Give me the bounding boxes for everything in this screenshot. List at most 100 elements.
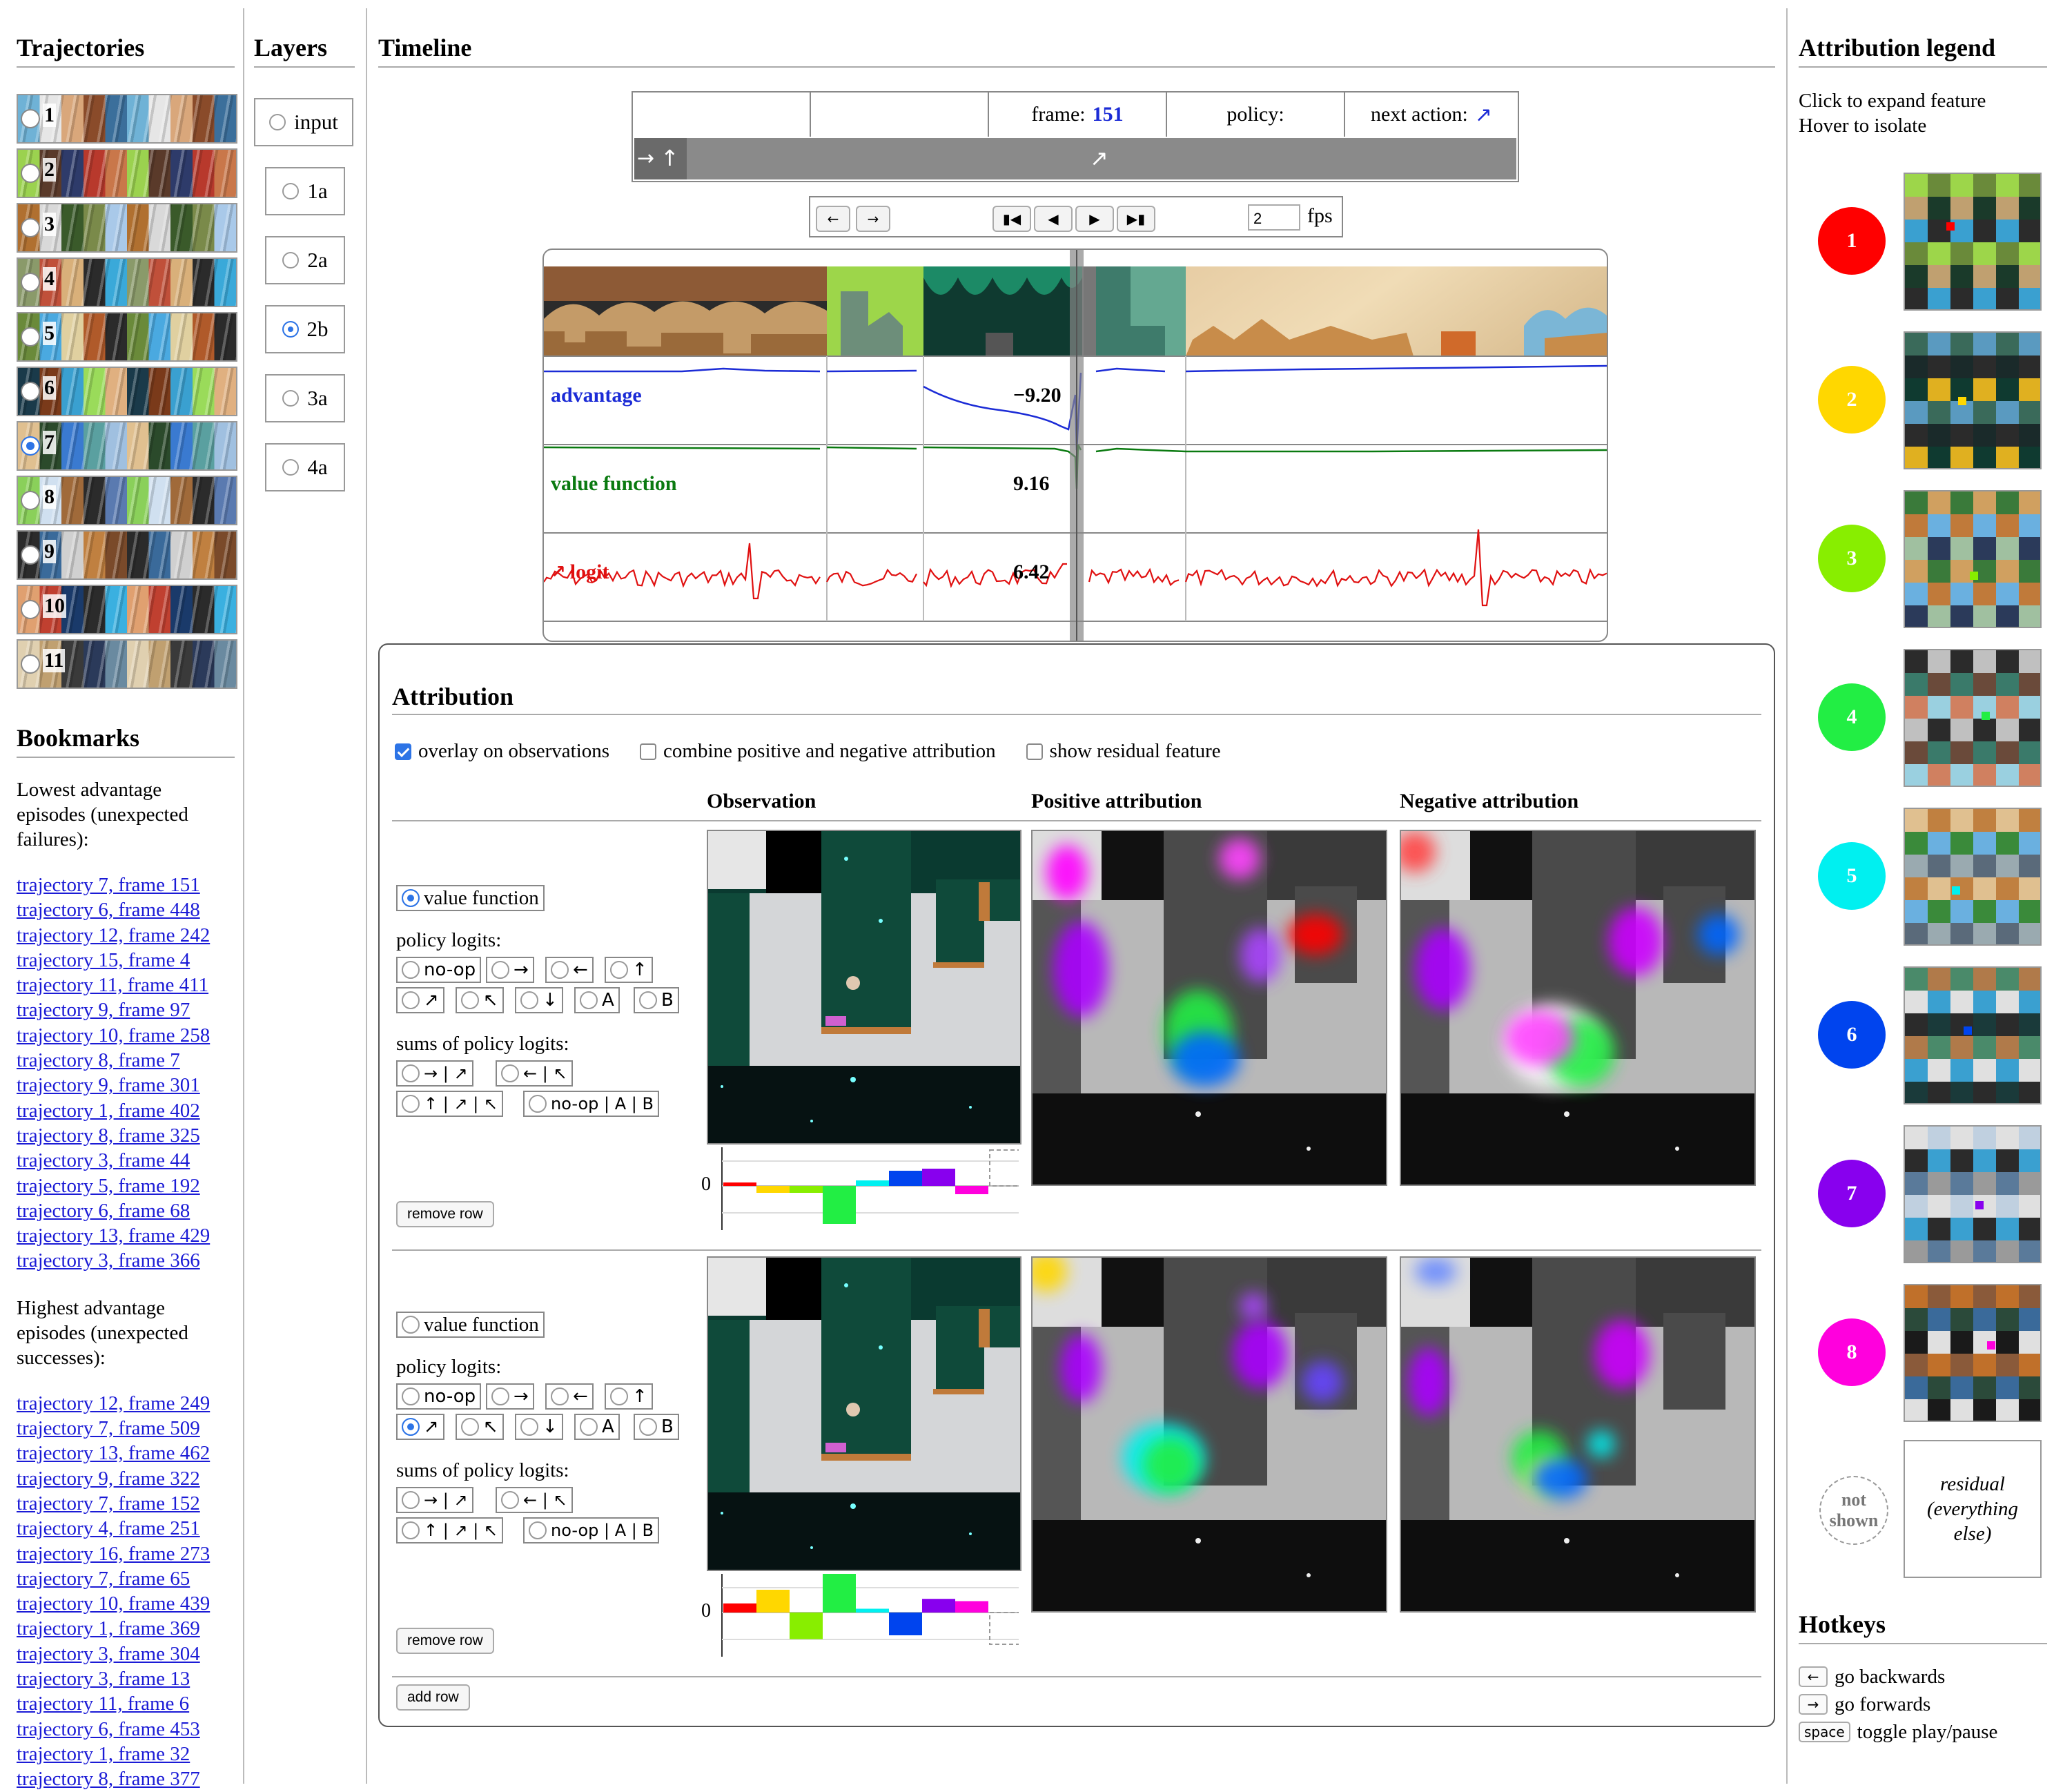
logit-radio[interactable] bbox=[461, 991, 479, 1009]
trajectory-item-8[interactable]: 8 bbox=[17, 476, 237, 525]
logit-radio[interactable] bbox=[402, 1387, 420, 1405]
feature-bar-1[interactable] bbox=[723, 1182, 756, 1186]
sum-option[interactable]: → | ↗ bbox=[396, 1060, 473, 1087]
logit-radio[interactable] bbox=[610, 1387, 628, 1405]
bookmark-link[interactable]: trajectory 13, frame 462 bbox=[17, 1441, 235, 1465]
bookmark-link[interactable]: trajectory 6, frame 68 bbox=[17, 1198, 235, 1223]
sum-option[interactable]: ← | ↖ bbox=[496, 1487, 573, 1513]
logit-option[interactable]: no-op bbox=[396, 1383, 482, 1410]
feature-bar-4[interactable] bbox=[823, 1574, 856, 1613]
trajectory-radio[interactable] bbox=[21, 382, 40, 401]
target-radio[interactable] bbox=[402, 889, 420, 907]
feature-bar-9[interactable] bbox=[989, 1149, 1019, 1187]
feature-bar-6[interactable] bbox=[889, 1613, 922, 1635]
logit-radio[interactable] bbox=[402, 961, 420, 979]
logit-option[interactable]: ← bbox=[545, 1383, 594, 1410]
sum-radio[interactable] bbox=[529, 1095, 547, 1113]
logit-radio[interactable] bbox=[491, 1387, 509, 1405]
feature-circle-8[interactable]: 8 bbox=[1818, 1318, 1886, 1386]
layer-option-2a[interactable]: 2a bbox=[265, 236, 345, 284]
bookmark-link[interactable]: trajectory 8, frame 377 bbox=[17, 1766, 235, 1791]
logit-option[interactable]: ← bbox=[545, 957, 594, 983]
skip-end-button[interactable]: ▶▮ bbox=[1117, 206, 1155, 232]
feature-circle-1[interactable]: 1 bbox=[1818, 207, 1886, 275]
bookmark-link[interactable]: trajectory 11, frame 411 bbox=[17, 973, 235, 997]
trajectory-item-5[interactable]: 5 bbox=[17, 312, 237, 362]
logit-option[interactable]: ↖ bbox=[456, 987, 504, 1013]
sum-option[interactable]: → | ↗ bbox=[396, 1487, 473, 1513]
logit-option[interactable]: ↑ bbox=[605, 1383, 653, 1410]
bookmark-link[interactable]: trajectory 4, frame 251 bbox=[17, 1516, 235, 1541]
step-back-button[interactable]: ← bbox=[816, 206, 850, 232]
feature-bar-6[interactable] bbox=[889, 1171, 922, 1186]
logit-radio[interactable] bbox=[639, 991, 657, 1009]
logit-radio[interactable] bbox=[610, 961, 628, 979]
feature-bar-2[interactable] bbox=[756, 1186, 790, 1193]
target-value-function[interactable]: value function bbox=[396, 1312, 545, 1338]
skip-start-button[interactable]: ▮◀ bbox=[992, 206, 1031, 232]
residual-box[interactable]: residual (everything else) bbox=[1904, 1440, 2042, 1578]
feature-circle-5[interactable]: 5 bbox=[1818, 842, 1886, 910]
bookmark-link[interactable]: trajectory 3, frame 304 bbox=[17, 1642, 235, 1666]
attribution-option-checkbox[interactable]: combine positive and negative attributio… bbox=[640, 740, 996, 763]
play-backward-button[interactable]: ◀ bbox=[1034, 206, 1073, 232]
sum-option[interactable]: no-op | A | B bbox=[523, 1517, 659, 1543]
logit-option[interactable]: → bbox=[486, 1383, 534, 1410]
feature-bar-3[interactable] bbox=[790, 1613, 823, 1639]
feature-circle-7[interactable]: 7 bbox=[1818, 1160, 1886, 1227]
layer-option-3a[interactable]: 3a bbox=[265, 374, 345, 422]
remove-row-button[interactable]: remove row bbox=[396, 1201, 494, 1227]
bookmark-link[interactable]: trajectory 9, frame 301 bbox=[17, 1073, 235, 1098]
bookmark-link[interactable]: trajectory 16, frame 273 bbox=[17, 1541, 235, 1566]
sum-option[interactable]: ← | ↖ bbox=[496, 1060, 573, 1087]
sum-radio[interactable] bbox=[501, 1491, 519, 1509]
layer-radio[interactable] bbox=[282, 390, 300, 407]
timeline-chart[interactable]: advantage −9.20 value function 9.16 ↗ logit 6.… bbox=[542, 249, 1608, 642]
layer-option-1a[interactable]: 1a bbox=[265, 167, 345, 215]
sum-radio[interactable] bbox=[402, 1491, 420, 1509]
trajectory-radio[interactable] bbox=[21, 600, 40, 619]
feature-examples-4[interactable] bbox=[1904, 649, 2042, 787]
feature-examples-5[interactable] bbox=[1904, 808, 2042, 946]
trajectory-radio[interactable] bbox=[21, 436, 40, 456]
logit-radio[interactable] bbox=[551, 961, 569, 979]
trajectory-item-3[interactable]: 3 bbox=[17, 203, 237, 253]
attribution-option-checkbox[interactable]: overlay on observations bbox=[395, 740, 609, 763]
layer-radio[interactable] bbox=[282, 459, 300, 476]
sum-radio[interactable] bbox=[501, 1064, 519, 1082]
layer-radio[interactable] bbox=[282, 321, 299, 338]
logit-option[interactable]: B bbox=[634, 987, 679, 1013]
sum-option[interactable]: ↑ | ↗ | ↖ bbox=[396, 1091, 504, 1117]
logit-radio[interactable] bbox=[461, 1418, 479, 1436]
bookmark-link[interactable]: trajectory 9, frame 97 bbox=[17, 997, 235, 1022]
trajectory-item-7[interactable]: 7 bbox=[17, 421, 237, 471]
bookmark-link[interactable]: trajectory 13, frame 429 bbox=[17, 1223, 235, 1248]
feature-bar-1[interactable] bbox=[723, 1603, 756, 1613]
feature-circle-2[interactable]: 2 bbox=[1818, 366, 1886, 434]
trajectory-radio[interactable] bbox=[21, 273, 40, 292]
trajectory-radio[interactable] bbox=[21, 327, 40, 347]
logit-option[interactable]: ↓ bbox=[515, 987, 563, 1013]
bookmark-link[interactable]: trajectory 5, frame 192 bbox=[17, 1173, 235, 1198]
play-forward-button[interactable]: ▶ bbox=[1075, 206, 1114, 232]
bookmark-link[interactable]: trajectory 3, frame 366 bbox=[17, 1248, 235, 1273]
sum-radio[interactable] bbox=[402, 1064, 420, 1082]
layer-radio[interactable] bbox=[269, 114, 286, 130]
trajectory-radio[interactable] bbox=[21, 164, 40, 183]
layer-option-2b[interactable]: 2b bbox=[265, 305, 345, 353]
bookmark-link[interactable]: trajectory 6, frame 448 bbox=[17, 897, 235, 922]
trajectory-item-6[interactable]: 6 bbox=[17, 367, 237, 416]
bookmark-link[interactable]: trajectory 7, frame 152 bbox=[17, 1491, 235, 1516]
fps-input[interactable]: 2 bbox=[1248, 204, 1300, 231]
feature-circle-3[interactable]: 3 bbox=[1818, 525, 1886, 592]
target-radio[interactable] bbox=[402, 1316, 420, 1334]
bookmark-link[interactable]: trajectory 3, frame 44 bbox=[17, 1148, 235, 1173]
logit-option[interactable]: A bbox=[574, 1414, 620, 1440]
feature-circle-4[interactable]: 4 bbox=[1818, 683, 1886, 751]
checkbox-box[interactable] bbox=[1026, 743, 1043, 760]
feature-bar-8[interactable] bbox=[955, 1186, 988, 1194]
trajectory-radio[interactable] bbox=[21, 545, 40, 565]
bookmark-link[interactable]: trajectory 12, frame 242 bbox=[17, 923, 235, 948]
feature-examples-8[interactable] bbox=[1904, 1284, 2042, 1422]
feature-examples-3[interactable] bbox=[1904, 490, 2042, 628]
